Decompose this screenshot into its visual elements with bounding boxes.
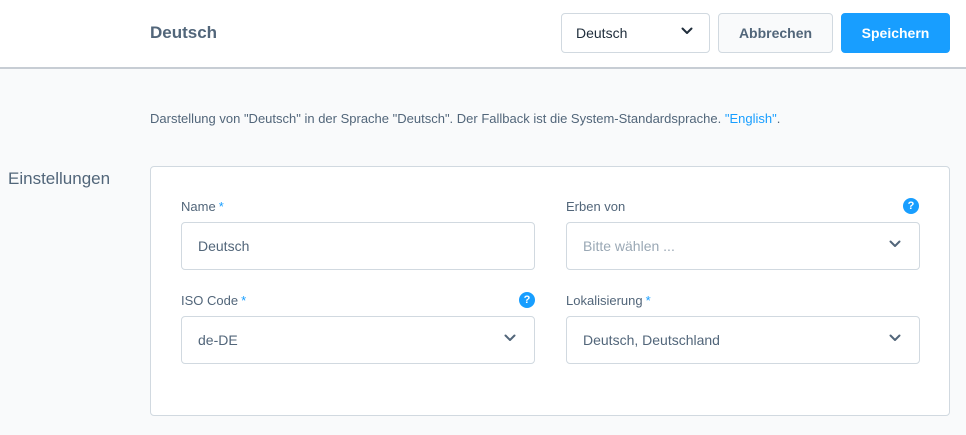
- name-input[interactable]: Deutsch: [181, 222, 535, 270]
- locale-label: Lokalisierung *: [566, 293, 651, 309]
- name-input-value: Deutsch: [198, 238, 250, 254]
- description-suffix: .: [776, 111, 781, 126]
- settings-card: Name * Deutsch Erben von ? Bitte wählen .…: [150, 166, 950, 416]
- cancel-button[interactable]: Abbrechen: [718, 13, 833, 53]
- page-title: Deutsch: [150, 23, 218, 42]
- locale-select-value: Deutsch, Deutschland: [583, 332, 720, 348]
- chevron-down-icon: [889, 240, 901, 247]
- iso-code-select-value: de-DE: [198, 332, 238, 348]
- name-label: Name *: [181, 199, 224, 215]
- inherit-label: Erben von: [566, 199, 625, 215]
- help-icon[interactable]: ?: [519, 292, 535, 308]
- required-marker: *: [645, 293, 651, 308]
- inherit-select-placeholder: Bitte wählen ...: [583, 238, 675, 254]
- description-text: Darstellung von "Deutsch" in der Sprache…: [150, 111, 725, 126]
- chevron-down-icon: [889, 334, 901, 341]
- settings-section-title: Einstellungen: [8, 169, 111, 188]
- chevron-down-icon: [504, 334, 516, 341]
- language-description: Darstellung von "Deutsch" in der Sprache…: [150, 111, 780, 127]
- language-select[interactable]: Deutsch: [561, 13, 710, 53]
- required-marker: *: [241, 293, 247, 308]
- locale-select[interactable]: Deutsch, Deutschland: [566, 316, 920, 364]
- locale-label-text: Lokalisierung: [566, 293, 643, 308]
- iso-code-select[interactable]: de-DE: [181, 316, 535, 364]
- name-label-text: Name: [181, 199, 216, 214]
- language-select-value: Deutsch: [576, 25, 628, 41]
- save-button[interactable]: Speichern: [841, 13, 950, 53]
- fallback-language-link[interactable]: "English": [725, 111, 777, 126]
- inherit-select[interactable]: Bitte wählen ...: [566, 222, 920, 270]
- help-icon[interactable]: ?: [903, 198, 919, 214]
- iso-code-label-text: ISO Code: [181, 293, 239, 308]
- chevron-down-icon: [681, 27, 693, 34]
- iso-code-label: ISO Code *: [181, 293, 246, 309]
- inherit-label-text: Erben von: [566, 199, 626, 214]
- required-marker: *: [218, 199, 224, 214]
- top-bar: Deutsch Deutsch Abbrechen Speichern: [0, 0, 966, 69]
